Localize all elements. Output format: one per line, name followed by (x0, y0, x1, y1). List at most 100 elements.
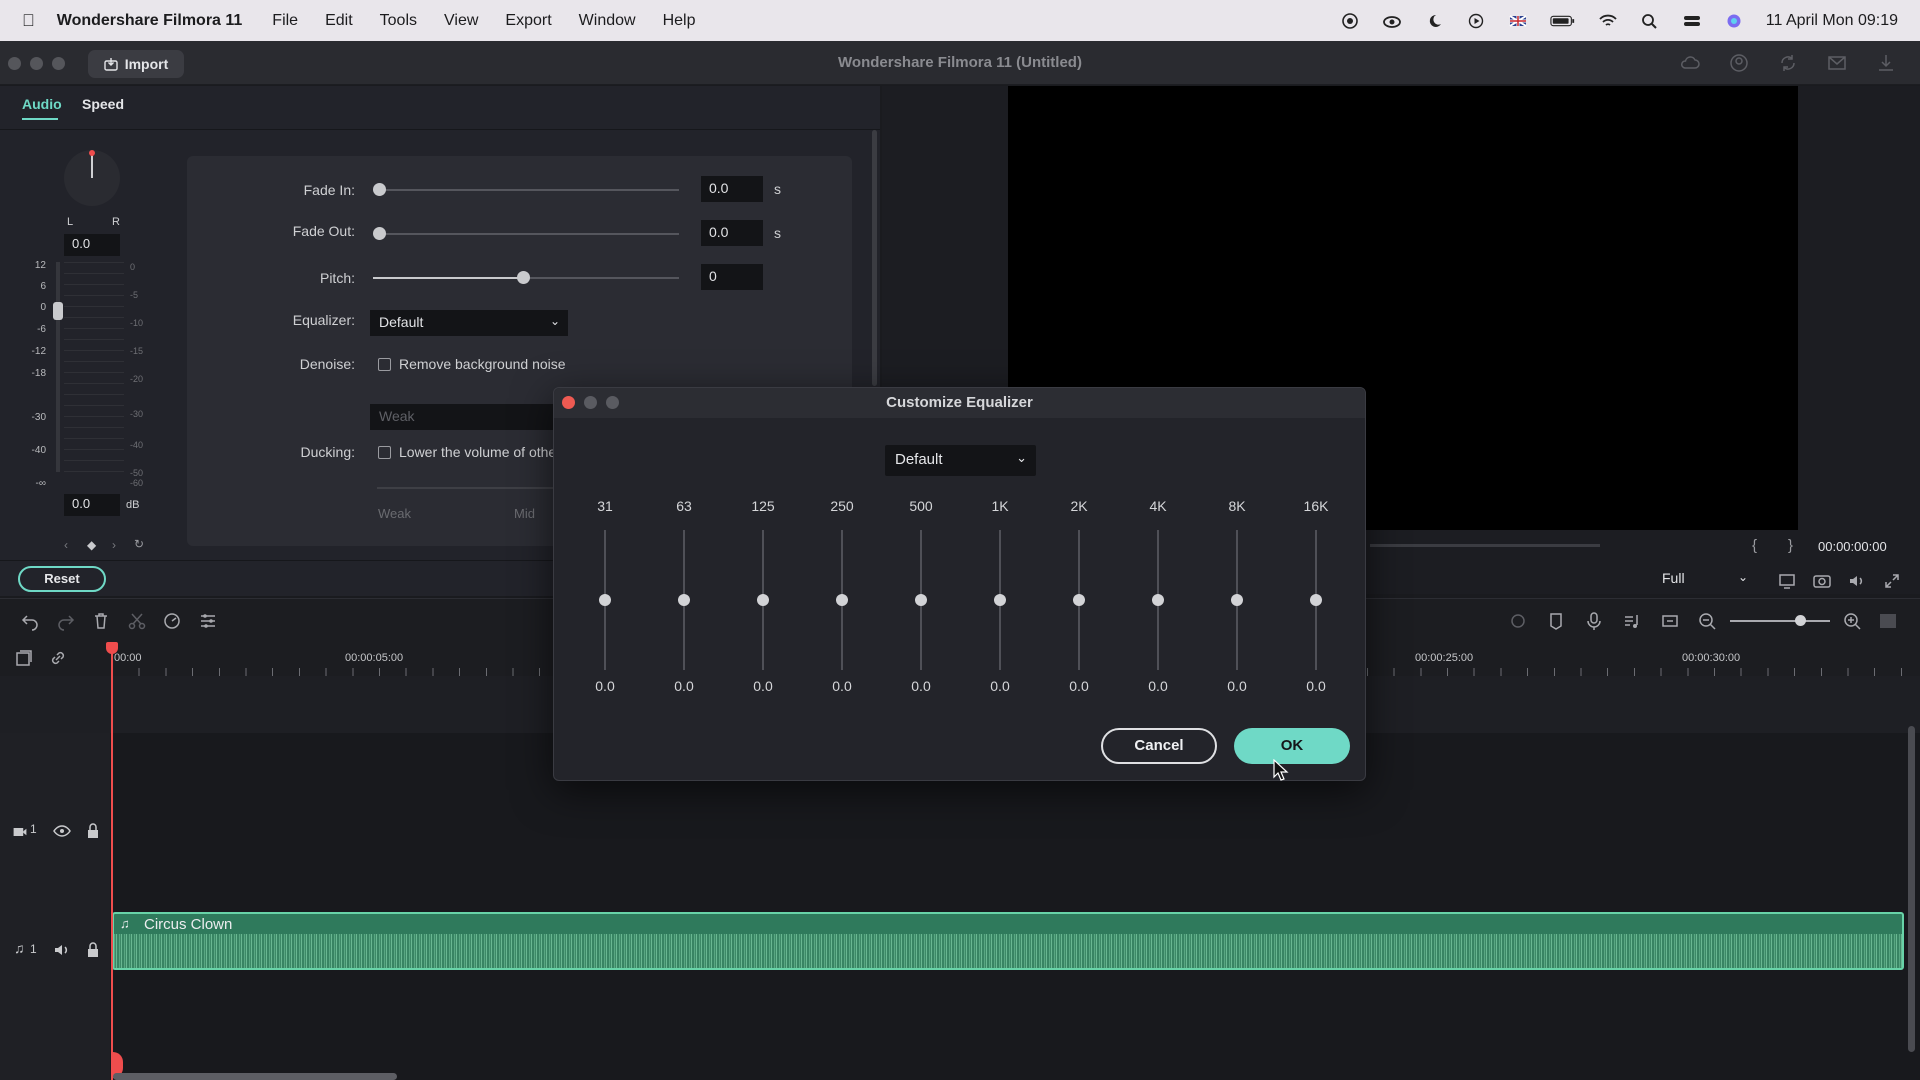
pan-value-field[interactable]: 0.0 (64, 234, 120, 256)
add-keyframe-icon[interactable]: ◆ (87, 538, 96, 552)
pitch-slider-handle[interactable] (517, 271, 530, 284)
cloud-icon[interactable] (1680, 53, 1700, 73)
fullscreen-icon[interactable] (1882, 571, 1902, 591)
grid-view-icon[interactable] (1878, 611, 1898, 631)
mark-in-button[interactable]: { (1752, 537, 1757, 554)
menu-tools[interactable]: Tools (380, 12, 417, 30)
control-center-icon[interactable] (1682, 13, 1702, 29)
zoom-in-icon[interactable] (1842, 611, 1862, 631)
creative-cloud-icon[interactable] (1382, 13, 1402, 29)
download-icon[interactable] (1876, 53, 1896, 73)
audio-clip[interactable]: ♫ Circus Clown (112, 912, 1904, 970)
timeline-vertical-scrollbar[interactable] (1908, 726, 1915, 1052)
eq-band-slider-handle[interactable] (1310, 594, 1322, 606)
zoom-slider-handle[interactable] (1795, 615, 1806, 626)
monitor-icon[interactable] (1777, 571, 1797, 591)
equalizer-preset-dropdown[interactable]: Default ⌄ (885, 445, 1036, 476)
eq-band-slider-handle[interactable] (915, 594, 927, 606)
playhead-handle[interactable] (106, 642, 118, 654)
import-button[interactable]: Import (88, 50, 184, 78)
adjust-icon[interactable] (198, 611, 218, 631)
volume-slider-track[interactable] (56, 262, 60, 472)
window-minimize-button[interactable] (30, 57, 43, 70)
redo-icon[interactable] (56, 611, 76, 631)
fade-in-field[interactable]: 0.0 (701, 176, 763, 202)
window-zoom-button[interactable] (52, 57, 65, 70)
flag-uk-icon[interactable] (1508, 13, 1528, 29)
preview-progress[interactable] (1370, 544, 1600, 547)
siri-icon[interactable] (1724, 13, 1744, 29)
moon-icon[interactable] (1424, 13, 1444, 29)
fade-in-slider-handle[interactable] (373, 183, 386, 196)
menu-view[interactable]: View (444, 12, 478, 30)
quality-dropdown[interactable]: Full ⌄ (1662, 570, 1750, 592)
menu-export[interactable]: Export (505, 12, 551, 30)
apple-icon[interactable]:  (22, 11, 35, 31)
zoom-slider[interactable] (1730, 620, 1830, 622)
cancel-button[interactable]: Cancel (1101, 728, 1217, 764)
marker-icon[interactable] (1546, 611, 1566, 631)
account-icon[interactable] (1729, 53, 1749, 73)
playhead[interactable] (111, 642, 113, 1080)
eq-band-slider-handle[interactable] (994, 594, 1006, 606)
next-keyframe-icon[interactable]: › (112, 538, 116, 552)
eq-band-slider-handle[interactable] (1073, 594, 1085, 606)
voiceover-icon[interactable] (1660, 611, 1680, 631)
eq-band-slider-handle[interactable] (1231, 594, 1243, 606)
tab-speed[interactable]: Speed (82, 96, 124, 112)
eq-band-slider-handle[interactable] (599, 594, 611, 606)
eq-band-slider-handle[interactable] (1152, 594, 1164, 606)
menu-edit[interactable]: Edit (325, 12, 353, 30)
prev-keyframe-icon[interactable]: ‹ (64, 538, 68, 552)
eq-band-slider-handle[interactable] (757, 594, 769, 606)
fade-out-slider[interactable] (379, 233, 679, 235)
snapshot-icon[interactable] (1812, 571, 1832, 591)
play-circle-icon[interactable] (1466, 13, 1486, 29)
cut-icon[interactable] (127, 611, 147, 631)
add-track-icon[interactable] (14, 648, 34, 668)
equalizer-dropdown[interactable]: Default ⌄ (370, 310, 568, 336)
wifi-icon[interactable] (1598, 13, 1618, 29)
pitch-field[interactable]: 0 (701, 264, 763, 290)
audio-mixer-icon[interactable] (1622, 611, 1642, 631)
eq-band-slider-handle[interactable] (678, 594, 690, 606)
eq-band-slider-handle[interactable] (836, 594, 848, 606)
microphone-icon[interactable] (1584, 611, 1604, 631)
undo-icon[interactable] (20, 611, 40, 631)
clock[interactable]: 11 April Mon 09:19 (1766, 12, 1898, 30)
menu-window[interactable]: Window (579, 12, 636, 30)
denoise-checkbox[interactable] (378, 358, 391, 371)
volume-slider-handle[interactable] (53, 302, 63, 320)
ok-button[interactable]: OK (1234, 728, 1350, 764)
reset-button[interactable]: Reset (18, 566, 106, 592)
link-icon[interactable] (48, 648, 68, 668)
menu-help[interactable]: Help (663, 12, 696, 30)
reset-keyframe-icon[interactable]: ↻ (134, 537, 144, 551)
tab-audio[interactable]: Audio (22, 96, 62, 112)
mark-out-button[interactable]: } (1788, 537, 1793, 554)
battery-icon[interactable] (1550, 13, 1576, 29)
status-app-icon[interactable] (1340, 12, 1360, 29)
app-menu[interactable]: Wondershare Filmora 11 (57, 12, 243, 30)
menu-file[interactable]: File (272, 12, 298, 30)
volume-value-field[interactable]: 0.0 (64, 494, 120, 516)
spotlight-search-icon[interactable] (1640, 13, 1660, 29)
pan-knob[interactable] (64, 150, 120, 206)
timeline-horizontal-scrollbar[interactable] (113, 1073, 397, 1080)
fade-in-slider[interactable] (379, 189, 679, 191)
mail-icon[interactable] (1827, 53, 1847, 73)
lock-icon[interactable] (83, 821, 103, 841)
eye-icon[interactable] (52, 821, 72, 841)
fade-out-field[interactable]: 0.0 (701, 220, 763, 246)
delete-icon[interactable] (91, 611, 111, 631)
window-close-button[interactable] (8, 57, 21, 70)
lock-icon[interactable] (83, 940, 103, 960)
ducking-checkbox[interactable] (378, 446, 391, 459)
fade-out-slider-handle[interactable] (373, 227, 386, 240)
panel-scrollbar[interactable] (872, 130, 877, 386)
speaker-icon[interactable] (52, 940, 72, 960)
speed-icon[interactable] (162, 611, 182, 631)
sync-icon[interactable] (1778, 53, 1798, 73)
zoom-out-icon[interactable] (1697, 611, 1717, 631)
render-icon[interactable] (1508, 611, 1528, 631)
